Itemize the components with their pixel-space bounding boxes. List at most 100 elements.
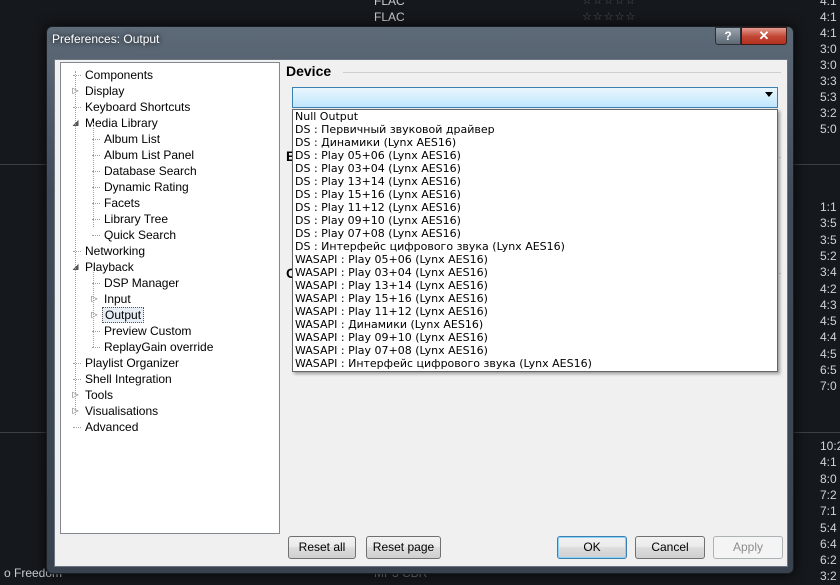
device-section-title: Device xyxy=(286,63,332,79)
tree-item-replaygain-override[interactable]: ReplayGain override xyxy=(102,339,215,355)
tree-item-output[interactable]: Output xyxy=(102,307,145,323)
track-duration: 7:2 xyxy=(820,487,837,502)
reset-page-button[interactable]: Reset page xyxy=(366,536,441,559)
track-duration: 4:3 xyxy=(820,297,837,312)
device-option[interactable]: Null Output xyxy=(293,110,777,123)
cancel-button[interactable]: Cancel xyxy=(635,536,705,559)
device-option[interactable]: WASAPI : Динамики (Lynx AES16) xyxy=(293,318,777,331)
device-option[interactable]: DS : Интерфейс цифрового звука (Lynx AES… xyxy=(293,240,777,253)
tree-item-visualisations[interactable]: Visualisations xyxy=(83,403,160,419)
title-bar[interactable]: Preferences: Output ? ✕ xyxy=(47,27,793,51)
device-option[interactable]: WASAPI : Play 13+14 (Lynx AES16) xyxy=(293,279,777,292)
apply-button[interactable]: Apply xyxy=(713,536,783,559)
tree-item-label: Advanced xyxy=(85,420,139,434)
track-duration: 4:5 xyxy=(820,346,837,361)
tree-item-components[interactable]: Components xyxy=(83,67,155,83)
tree-item-label: Library Tree xyxy=(104,212,169,226)
track-duration: 5:4 xyxy=(820,520,837,535)
device-option[interactable]: DS : Play 15+16 (Lynx AES16) xyxy=(293,188,777,201)
device-option[interactable]: DS : Play 13+14 (Lynx AES16) xyxy=(293,175,777,188)
tree-item-label: Quick Search xyxy=(104,228,177,242)
track-duration: 3:0 xyxy=(820,42,837,56)
tree-item-input[interactable]: Input xyxy=(102,291,133,307)
tree-item-shell-integration[interactable]: Shell Integration xyxy=(83,371,174,387)
tree-item-preview-custom[interactable]: Preview Custom xyxy=(102,323,193,339)
tree-item-label: Facets xyxy=(104,196,141,210)
help-button[interactable]: ? xyxy=(715,27,741,45)
device-option[interactable]: DS : Play 07+08 (Lynx AES16) xyxy=(293,227,777,240)
device-option[interactable]: DS : Play 05+06 (Lynx AES16) xyxy=(293,149,777,162)
track-duration: 3:2 xyxy=(820,106,837,120)
device-option[interactable]: DS : Динамики (Lynx AES16) xyxy=(293,136,777,149)
expand-arrow-icon[interactable]: ▷ xyxy=(90,307,99,323)
ok-button[interactable]: OK xyxy=(557,536,627,559)
section-divider xyxy=(343,72,781,73)
chevron-down-icon[interactable] xyxy=(765,92,773,97)
track-duration: 6:5 xyxy=(820,363,837,377)
tree-item-label: Components xyxy=(85,68,154,82)
device-option[interactable]: DS : Первичный звуковой драйвер xyxy=(293,123,777,136)
tree-item-label: Media Library xyxy=(85,116,158,130)
track-duration: 6:4 xyxy=(820,536,837,551)
tree-item-tools[interactable]: Tools xyxy=(83,387,115,403)
tree-connector xyxy=(92,235,100,236)
tree-item-label: Shell Integration xyxy=(85,372,172,386)
reset-all-button[interactable]: Reset all xyxy=(288,536,356,559)
track-duration: 5:0 xyxy=(820,122,837,136)
track-duration: 10:2 xyxy=(820,439,840,453)
tree-item-database-search[interactable]: Database Search xyxy=(102,163,199,179)
tree-item-label: Output xyxy=(102,307,145,323)
tree-item-label: Album List xyxy=(104,132,161,146)
tree-item-media-library[interactable]: Media Library xyxy=(83,115,160,131)
close-button[interactable]: ✕ xyxy=(741,27,787,45)
tree-item-label: Preview Custom xyxy=(104,324,192,338)
tree-item-album-list-panel[interactable]: Album List Panel xyxy=(102,147,196,163)
tree-item-album-list[interactable]: Album List xyxy=(102,131,162,147)
device-option[interactable]: DS : Play 09+10 (Lynx AES16) xyxy=(293,214,777,227)
tree-item-dsp-manager[interactable]: DSP Manager xyxy=(102,275,181,291)
section-divider xyxy=(779,273,781,274)
tree-item-label: DSP Manager xyxy=(104,276,180,290)
tree-item-playlist-organizer[interactable]: Playlist Organizer xyxy=(83,355,181,371)
expand-arrow-icon[interactable]: ▷ xyxy=(90,291,99,307)
tree-item-label: Database Search xyxy=(104,164,197,178)
preferences-tree[interactable]: Components ▷ Display Keyboard Shortcuts ◢ Med… xyxy=(60,62,280,534)
track-duration: 8:0 xyxy=(820,471,837,486)
track-format: FLAC xyxy=(374,10,405,24)
rating-stars: ☆☆☆☆☆ xyxy=(582,11,637,23)
device-option[interactable]: WASAPI : Play 05+06 (Lynx AES16) xyxy=(293,253,777,266)
tree-item-label: Networking xyxy=(85,244,146,258)
tree-item-label: Playlist Organizer xyxy=(85,356,180,370)
tree-item-label: Tools xyxy=(85,388,114,402)
track-duration: 4:2 xyxy=(820,281,837,296)
tree-item-advanced[interactable]: Advanced xyxy=(83,419,140,435)
track-duration: 3:5 xyxy=(820,232,837,247)
device-option[interactable]: WASAPI : Play 03+04 (Lynx AES16) xyxy=(293,266,777,279)
device-option[interactable]: WASAPI : Play 07+08 (Lynx AES16) xyxy=(293,344,777,357)
tree-item-quick-search[interactable]: Quick Search xyxy=(102,227,178,243)
tree-connector xyxy=(93,267,94,347)
track-duration: 3:0 xyxy=(820,58,837,72)
device-option[interactable]: WASAPI : Play 09+10 (Lynx AES16) xyxy=(293,331,777,344)
tree-item-facets[interactable]: Facets xyxy=(102,195,142,211)
window-title: Preferences: Output xyxy=(52,32,160,46)
tree-item-label: Album List Panel xyxy=(104,148,195,162)
device-option[interactable]: DS : Play 11+12 (Lynx AES16) xyxy=(293,201,777,214)
tree-item-keyboard-shortcuts[interactable]: Keyboard Shortcuts xyxy=(83,99,192,115)
track-duration: 6:2 xyxy=(820,553,837,568)
tree-item-dynamic-rating[interactable]: Dynamic Rating xyxy=(102,179,191,195)
device-option[interactable]: WASAPI : Play 11+12 (Lynx AES16) xyxy=(293,305,777,318)
device-option[interactable]: WASAPI : Play 15+16 (Lynx AES16) xyxy=(293,292,777,305)
tree-item-playback[interactable]: Playback xyxy=(83,259,136,275)
tree-item-display[interactable]: Display xyxy=(83,83,126,99)
track-duration: 3:3 xyxy=(820,74,837,88)
tree-item-networking[interactable]: Networking xyxy=(83,243,147,259)
tree-item-label: Display xyxy=(85,84,125,98)
device-option[interactable]: DS : Play 03+04 (Lynx AES16) xyxy=(293,162,777,175)
device-dropdown-list[interactable]: Null Output DS : Первичный звуковой драйв… xyxy=(292,109,778,372)
tree-item-library-tree[interactable]: Library Tree xyxy=(102,211,170,227)
device-combobox[interactable] xyxy=(292,87,778,108)
tree-item-label: Visualisations xyxy=(85,404,159,418)
tree-connector xyxy=(75,71,76,415)
device-option[interactable]: WASAPI : Интерфейс цифрового звука (Lynx… xyxy=(293,357,777,370)
